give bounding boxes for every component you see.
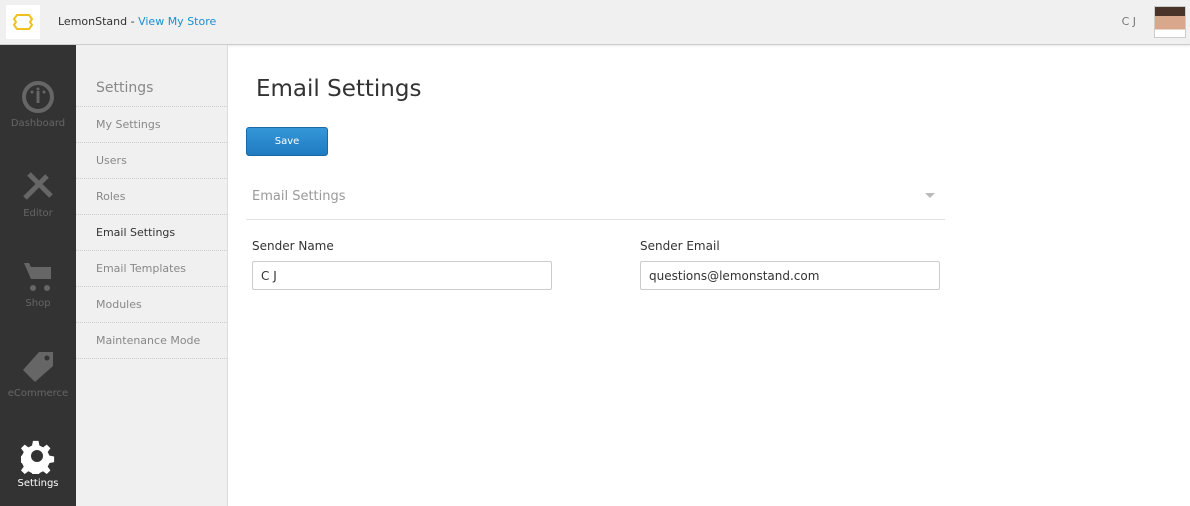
gauge-icon	[22, 81, 54, 113]
subnav-maintenance-mode[interactable]: Maintenance Mode	[76, 323, 227, 359]
sender-email-input[interactable]	[640, 261, 940, 290]
section-title: Email Settings	[252, 189, 346, 204]
subnav-modules[interactable]: Modules	[76, 287, 227, 323]
main-nav: Dashboard Editor Shop eCommerce Settings	[0, 45, 76, 506]
nav-settings[interactable]: Settings	[0, 412, 76, 502]
nav-shop[interactable]: Shop	[0, 232, 76, 322]
brand-name: LemonStand	[58, 15, 128, 28]
user-name[interactable]: C J	[1122, 15, 1136, 28]
subnav-users[interactable]: Users	[76, 143, 227, 179]
nav-ecommerce[interactable]: eCommerce	[0, 322, 76, 412]
cart-icon	[24, 263, 51, 291]
nav-label: eCommerce	[7, 388, 69, 399]
brand: LemonStand - View My Store	[58, 15, 216, 28]
nav-editor[interactable]: Editor	[0, 142, 76, 232]
chevron-down-icon[interactable]	[925, 193, 935, 198]
settings-subnav: Settings My Settings Users Roles Email S…	[76, 45, 228, 506]
tools-icon	[23, 172, 53, 200]
subnav-title: Settings	[76, 45, 227, 107]
main-content: Email Settings Save Email Settings Sende…	[228, 45, 1190, 506]
lemonstand-logo[interactable]	[6, 5, 40, 39]
nav-dashboard[interactable]: Dashboard	[0, 52, 76, 142]
subnav-my-settings[interactable]: My Settings	[76, 107, 227, 143]
save-button[interactable]: Save	[246, 127, 328, 156]
subnav-email-settings[interactable]: Email Settings	[76, 215, 227, 251]
nav-label: Editor	[23, 208, 53, 219]
sender-name-label: Sender Name	[252, 239, 334, 253]
subnav-roles[interactable]: Roles	[76, 179, 227, 215]
page-title: Email Settings	[256, 76, 422, 102]
top-bar: LemonStand - View My Store C J	[0, 0, 1190, 45]
avatar[interactable]	[1154, 6, 1186, 38]
nav-label: Dashboard	[10, 118, 66, 129]
section-header-email-settings[interactable]: Email Settings	[246, 175, 945, 220]
tag-icon	[23, 352, 53, 382]
subnav-email-templates[interactable]: Email Templates	[76, 251, 227, 287]
gear-icon	[21, 440, 55, 474]
sender-email-label: Sender Email	[640, 239, 720, 253]
sender-name-input[interactable]	[252, 261, 552, 290]
view-store-link[interactable]: View My Store	[138, 15, 216, 28]
nav-label: Settings	[17, 478, 59, 489]
nav-label: Shop	[25, 298, 51, 309]
separator: -	[127, 15, 139, 28]
